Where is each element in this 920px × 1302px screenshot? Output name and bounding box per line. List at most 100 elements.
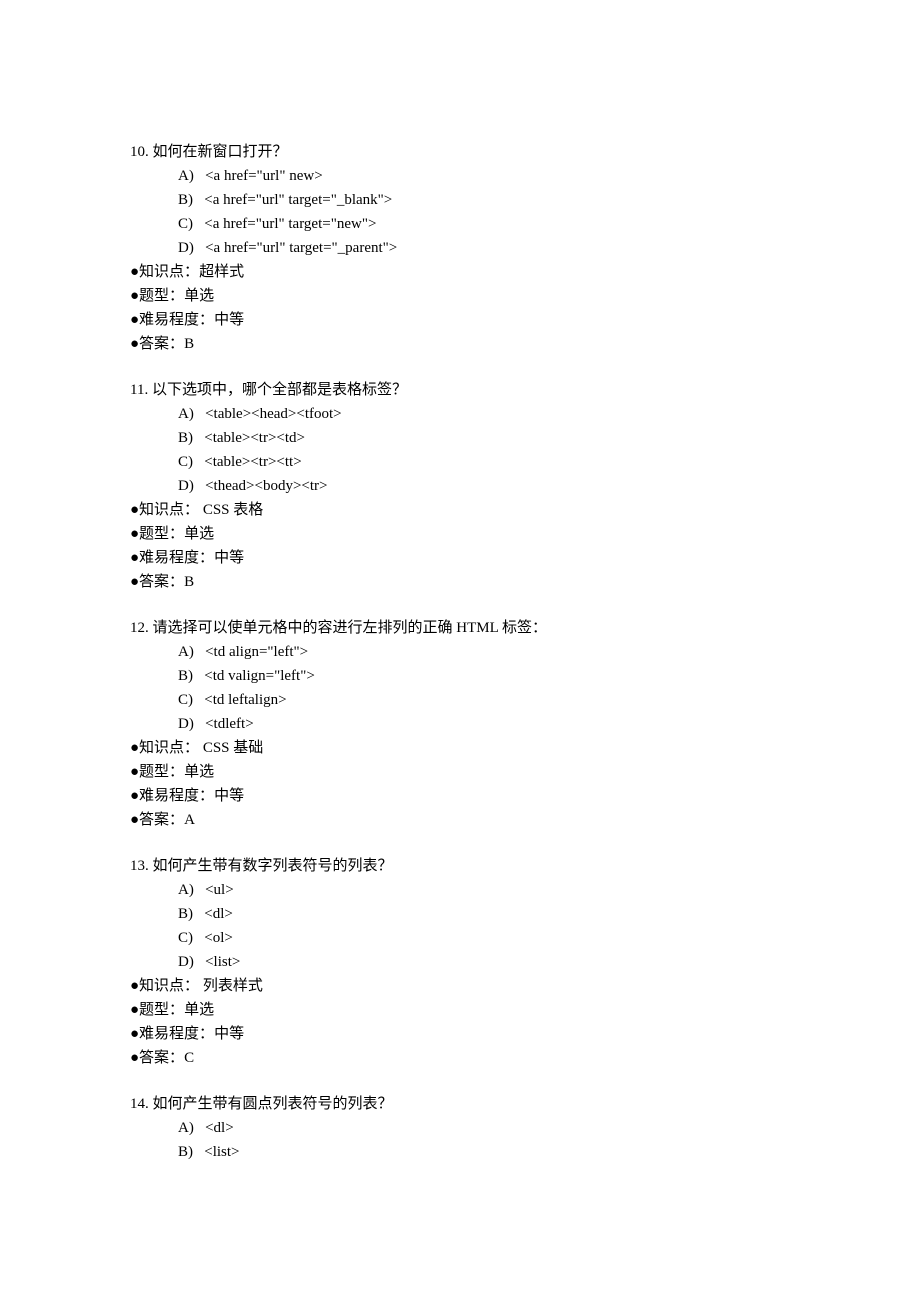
question-block: 11. 以下选项中，哪个全部都是表格标签？ A) <table><head><tf… <box>130 378 790 594</box>
option-text: <dl> <box>204 906 233 922</box>
option-line: C) <ol> <box>130 926 790 950</box>
answer-value: B <box>184 574 194 590</box>
question-text: 请选择可以使单元格中的容进行左排列的正确 HTML 标签： <box>153 620 547 636</box>
knowledge-point-label: ●知识点： <box>130 502 199 518</box>
question-type-label: ●题型： <box>130 288 184 304</box>
answer-label: ●答案： <box>130 574 184 590</box>
question-type-line: ●题型：单选 <box>130 522 790 546</box>
option-line: D) <list> <box>130 950 790 974</box>
knowledge-point-label: ●知识点： <box>130 264 199 280</box>
answer-line: ●答案：B <box>130 332 790 356</box>
answer-line: ●答案：B <box>130 570 790 594</box>
knowledge-point-value: CSS 表格 <box>199 502 263 518</box>
option-label: C) <box>178 216 193 232</box>
question-number: 12. <box>130 620 149 636</box>
question-text: 以下选项中，哪个全部都是表格标签？ <box>152 382 407 398</box>
difficulty-label: ●难易程度： <box>130 550 214 566</box>
option-line: A) <ul> <box>130 878 790 902</box>
question-type-value: 单选 <box>184 1002 214 1018</box>
question-number: 13. <box>130 858 149 874</box>
question-stem: 12. 请选择可以使单元格中的容进行左排列的正确 HTML 标签： <box>130 616 790 640</box>
knowledge-point-line: ●知识点： CSS 表格 <box>130 498 790 522</box>
difficulty-label: ●难易程度： <box>130 312 214 328</box>
option-text: <td align="left"> <box>205 644 308 660</box>
answer-value: B <box>184 336 194 352</box>
option-label: A) <box>178 882 194 898</box>
question-block: 13. 如何产生带有数字列表符号的列表？ A) <ul> B) <dl> C) <ol… <box>130 854 790 1070</box>
difficulty-value: 中等 <box>214 1026 244 1042</box>
option-label: C) <box>178 930 193 946</box>
option-text: <a href="url" target="_parent"> <box>205 240 397 256</box>
question-type-line: ●题型：单选 <box>130 760 790 784</box>
option-text: <table><head><tfoot> <box>205 406 342 422</box>
option-label: B) <box>178 430 193 446</box>
knowledge-point-line: ●知识点： 列表样式 <box>130 974 790 998</box>
option-line: B) <td valign="left"> <box>130 664 790 688</box>
option-line: D) <tdleft> <box>130 712 790 736</box>
question-type-value: 单选 <box>184 764 214 780</box>
question-block: 12. 请选择可以使单元格中的容进行左排列的正确 HTML 标签： A) <td … <box>130 616 790 832</box>
option-text: <list> <box>204 1144 239 1160</box>
answer-label: ●答案： <box>130 1050 184 1066</box>
option-label: D) <box>178 478 194 494</box>
knowledge-point-value: 超样式 <box>199 264 244 280</box>
option-label: C) <box>178 454 193 470</box>
question-type-label: ●题型： <box>130 526 184 542</box>
difficulty-value: 中等 <box>214 550 244 566</box>
question-text: 如何在新窗口打开？ <box>153 144 288 160</box>
question-text: 如何产生带有数字列表符号的列表？ <box>153 858 393 874</box>
option-text: <ul> <box>205 882 234 898</box>
knowledge-point-line: ●知识点： CSS 基础 <box>130 736 790 760</box>
answer-line: ●答案：A <box>130 808 790 832</box>
option-label: B) <box>178 668 193 684</box>
option-text: <ol> <box>204 930 233 946</box>
option-label: A) <box>178 644 194 660</box>
document-root: 10. 如何在新窗口打开？A) <a href="url" new>B) <a … <box>130 140 790 1164</box>
option-text: <a href="url" target="new"> <box>204 216 376 232</box>
option-line: D) <a href="url" target="_parent"> <box>130 236 790 260</box>
option-line: C) <td leftalign> <box>130 688 790 712</box>
option-line: B) <list> <box>130 1140 790 1164</box>
question-stem: 10. 如何在新窗口打开？ <box>130 140 790 164</box>
option-label: B) <box>178 1144 193 1160</box>
question-type-line: ●题型：单选 <box>130 998 790 1022</box>
option-label: D) <box>178 954 194 970</box>
option-text: <a href="url" new> <box>205 168 323 184</box>
question-block: 14. 如何产生带有圆点列表符号的列表？A) <dl>B) <list> <box>130 1092 790 1164</box>
option-text: <td leftalign> <box>204 692 286 708</box>
difficulty-line: ●难易程度：中等 <box>130 1022 790 1046</box>
option-text: <tdleft> <box>205 716 254 732</box>
option-label: A) <box>178 1120 194 1136</box>
knowledge-point-label: ●知识点： <box>130 978 199 994</box>
option-line: B) <a href="url" target="_blank"> <box>130 188 790 212</box>
option-line: A) <a href="url" new> <box>130 164 790 188</box>
option-text: <a href="url" target="_blank"> <box>204 192 392 208</box>
question-stem: 11. 以下选项中，哪个全部都是表格标签？ <box>130 378 790 402</box>
difficulty-value: 中等 <box>214 312 244 328</box>
option-label: B) <box>178 906 193 922</box>
difficulty-label: ●难易程度： <box>130 1026 214 1042</box>
option-line: A) <dl> <box>130 1116 790 1140</box>
question-type-label: ●题型： <box>130 1002 184 1018</box>
question-type-value: 单选 <box>184 526 214 542</box>
difficulty-label: ●难易程度： <box>130 788 214 804</box>
question-text: 如何产生带有圆点列表符号的列表？ <box>153 1096 393 1112</box>
option-label: A) <box>178 406 194 422</box>
option-text: <table><tr><td> <box>204 430 305 446</box>
question-number: 14. <box>130 1096 149 1112</box>
difficulty-line: ●难易程度：中等 <box>130 546 790 570</box>
answer-label: ●答案： <box>130 336 184 352</box>
difficulty-line: ●难易程度：中等 <box>130 784 790 808</box>
option-text: <list> <box>205 954 240 970</box>
option-line: B) <table><tr><td> <box>130 426 790 450</box>
option-label: D) <box>178 716 194 732</box>
question-number: 11. <box>130 382 148 398</box>
option-line: C) <a href="url" target="new"> <box>130 212 790 236</box>
knowledge-point-label: ●知识点： <box>130 740 199 756</box>
knowledge-point-line: ●知识点：超样式 <box>130 260 790 284</box>
option-line: D) <thead><body><tr> <box>130 474 790 498</box>
option-label: C) <box>178 692 193 708</box>
difficulty-value: 中等 <box>214 788 244 804</box>
option-text: <dl> <box>205 1120 234 1136</box>
option-text: <td valign="left"> <box>204 668 315 684</box>
